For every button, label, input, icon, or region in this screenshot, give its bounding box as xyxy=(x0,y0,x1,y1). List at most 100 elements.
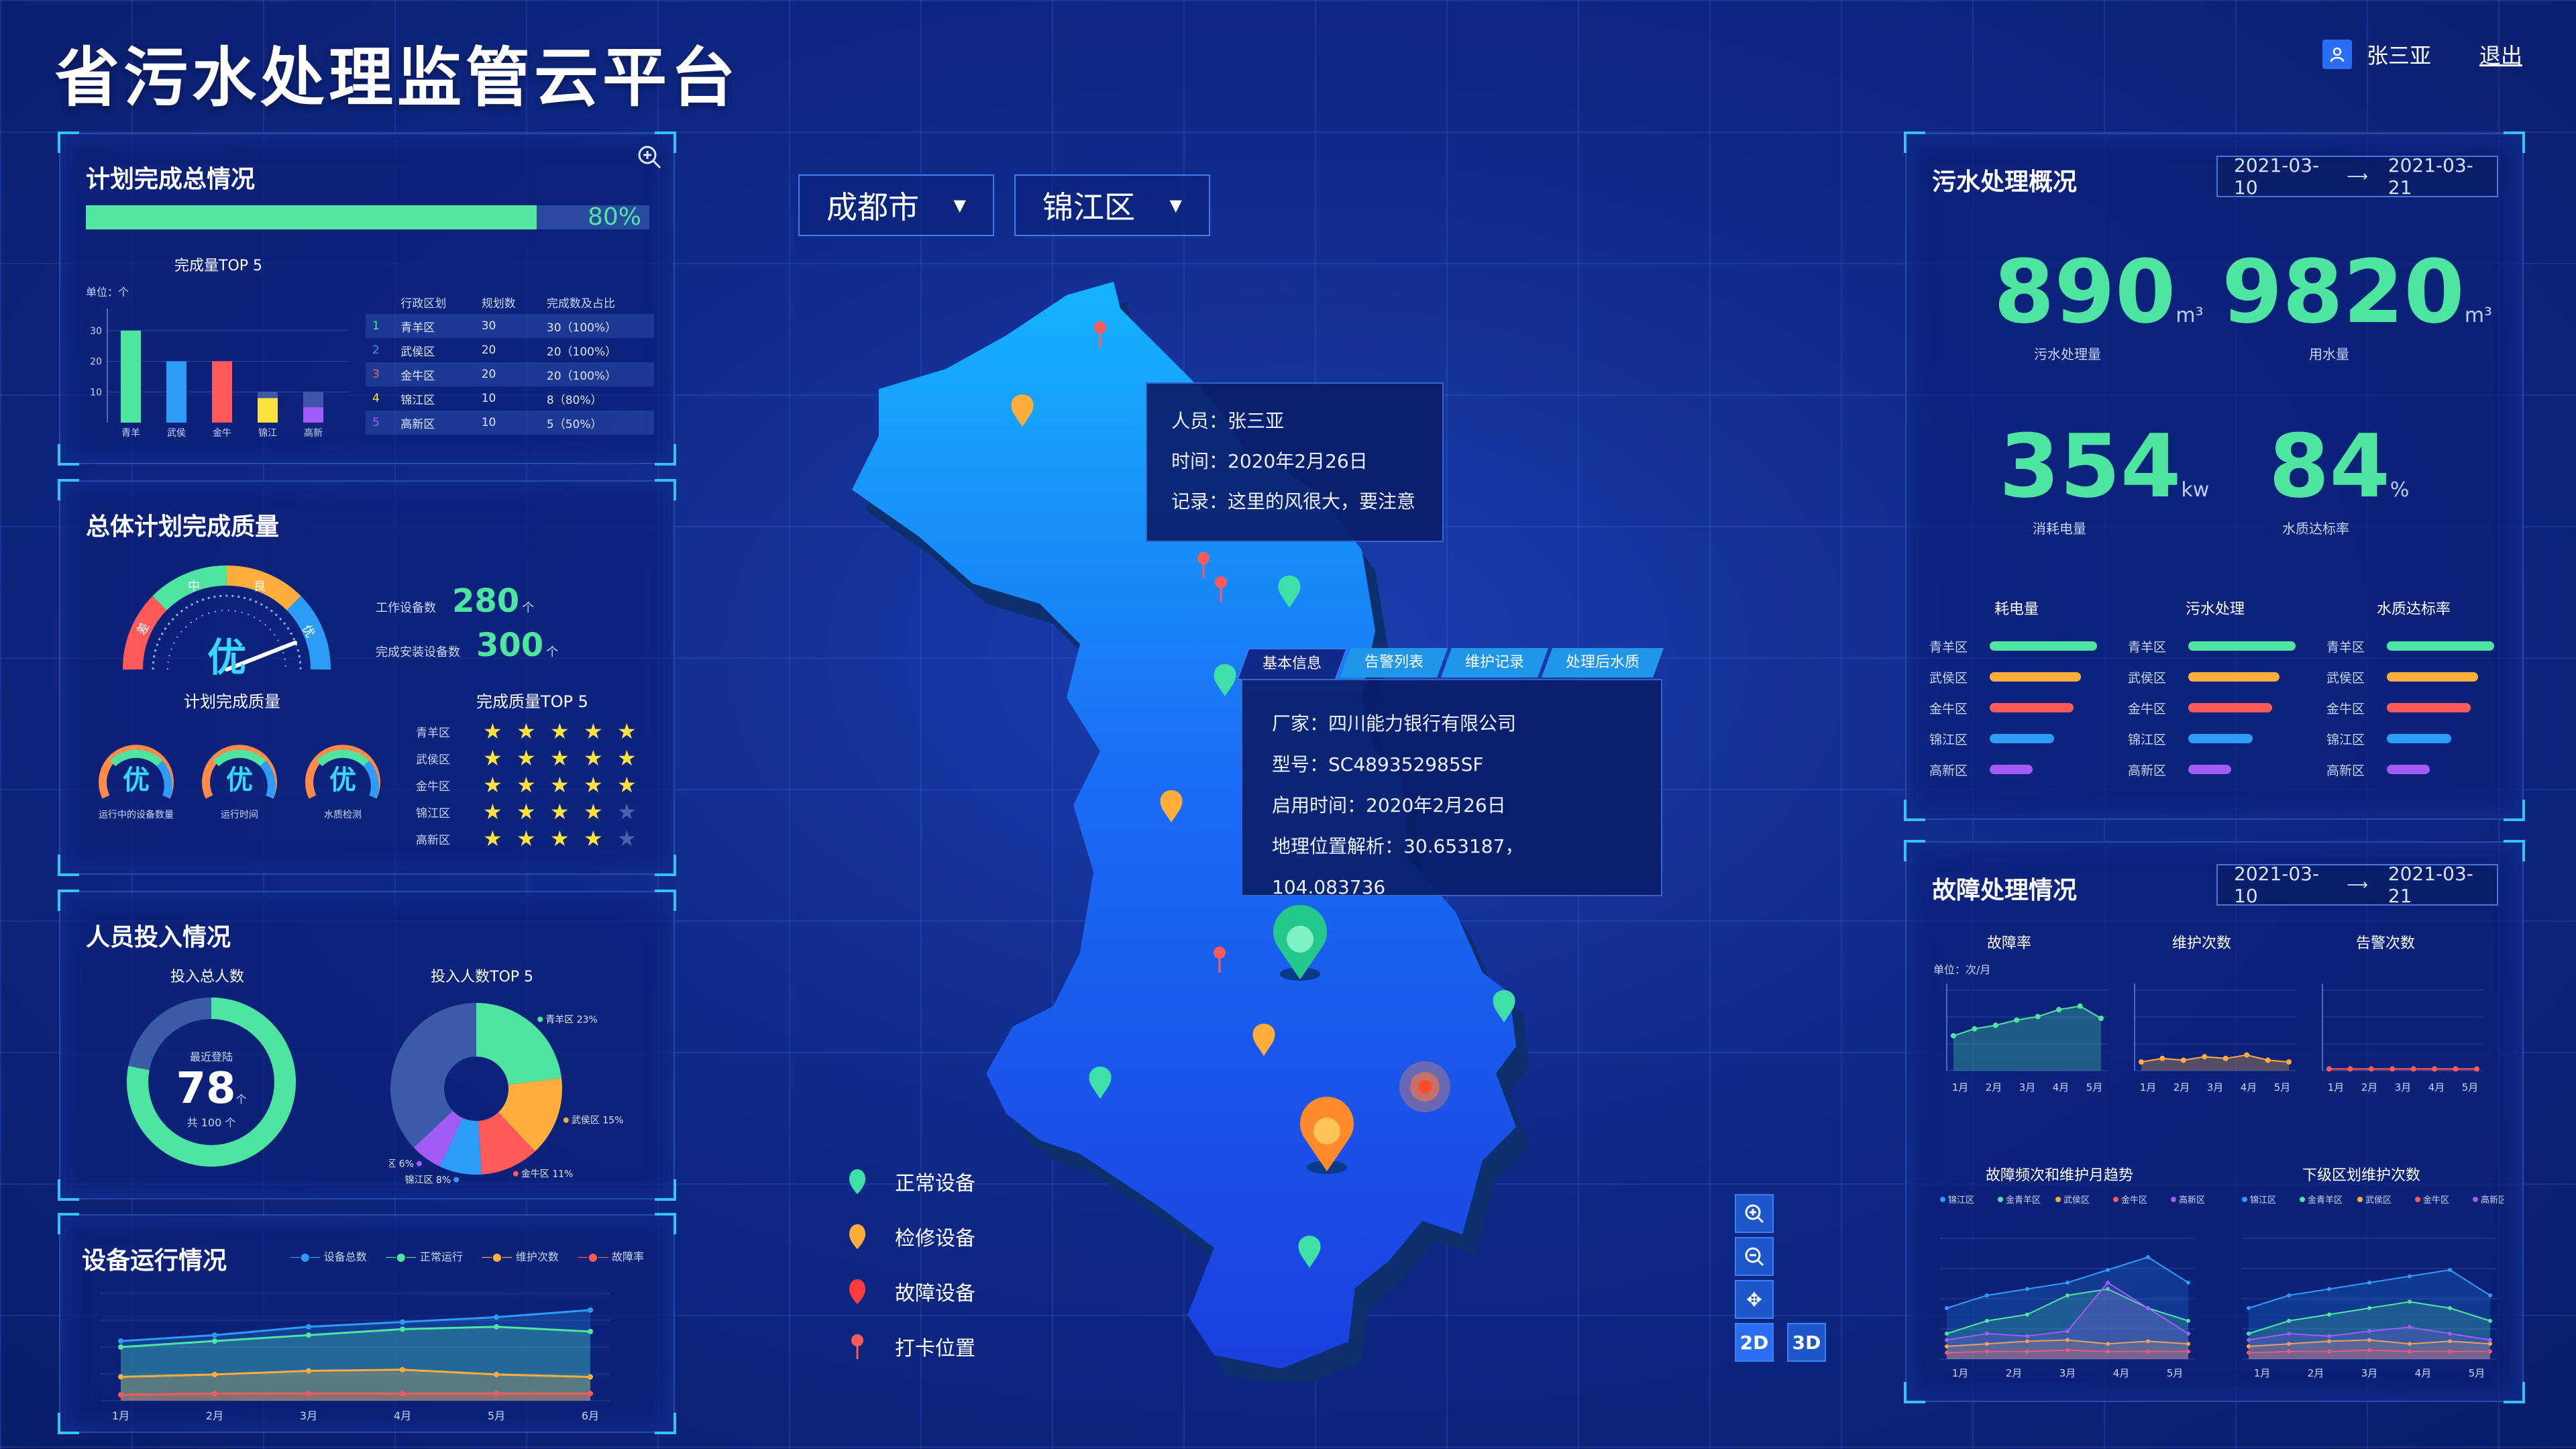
info-start-time: 启用时间：2020年2月26日 xyxy=(1272,794,1506,816)
fault-unit: 单位：次/月 xyxy=(1933,963,1991,976)
star-icon: ★ xyxy=(483,799,502,824)
staff-panel: 人员投入情况 投入总人数 最近登陆 78个 共 100 个 投入人数TOP 5 … xyxy=(58,890,676,1201)
stars-list: 青羊区 ★ ★ ★ ★ ★ 武侯区 ★ ★ ★ ★ ★ 金牛区 ★ ★ ★ ★ ★ 锦江区 ★ ★ ★ ★ ★ 高新区 ★ ★ ★ ★ ★ xyxy=(416,718,651,852)
x-tick-label: 3月 xyxy=(300,1409,317,1422)
user-name: 张三亚 xyxy=(2366,43,2431,68)
x-tick-label: 1月 xyxy=(1952,1081,1969,1093)
hbar xyxy=(1990,672,2081,682)
data-point xyxy=(2432,1066,2438,1072)
zoom-out-button[interactable] xyxy=(1735,1237,1774,1276)
hbar xyxy=(2387,703,2471,712)
hbar xyxy=(2387,734,2451,743)
x-tick-label: 2月 xyxy=(2308,1367,2324,1379)
data-point xyxy=(2368,1066,2374,1072)
table-row: 2 武侯区 20 20（100%） xyxy=(366,338,654,362)
table-cell: 青羊区 xyxy=(394,314,475,338)
tab-maintenance-record[interactable]: 维护记录 xyxy=(1441,648,1549,678)
bar-row: 武侯区 xyxy=(2326,661,2501,692)
table-cell: 10 xyxy=(474,411,540,435)
page-title: 省污水处理监管云平台 xyxy=(55,40,739,115)
gauge-segment-label: 良 xyxy=(254,580,266,594)
device-title: 设备运行情况 xyxy=(82,1247,227,1275)
tab-alarm-list[interactable]: 告警列表 xyxy=(1340,648,1448,678)
data-point xyxy=(2287,1293,2291,1297)
data-point xyxy=(2287,1319,2291,1323)
tick-label: 30 xyxy=(90,326,102,337)
data-point xyxy=(2186,1281,2190,1285)
data-point xyxy=(2065,1329,2070,1334)
pan-button[interactable]: ✥ xyxy=(1735,1280,1774,1319)
working-unit: 个 xyxy=(522,601,535,615)
city-select[interactable]: 成都市 ▼ xyxy=(798,174,994,236)
x-tick-label: 5月 xyxy=(2274,1081,2291,1093)
hbar xyxy=(1990,734,2054,743)
legend-dot xyxy=(2357,1197,2363,1202)
x-tick-label: 5月 xyxy=(2462,1081,2479,1093)
fault-date-range[interactable]: 2021-03-10 ⟶ 2021-03-21 xyxy=(2216,863,2498,907)
x-tick-label: 5月 xyxy=(2469,1367,2485,1379)
data-point xyxy=(2488,1338,2492,1342)
data-point xyxy=(2448,1306,2452,1310)
district-select[interactable]: 锦江区 ▼ xyxy=(1014,174,1210,236)
x-tick-label: 5月 xyxy=(488,1409,505,1422)
data-point xyxy=(2035,1014,2041,1020)
bar-group-title: 耗电量 xyxy=(1994,601,2039,618)
table-cell: 金牛区 xyxy=(394,362,475,386)
view-3d-button[interactable]: 3D xyxy=(1787,1323,1826,1362)
bar-group: 污水处理 青羊区 武侯区 金牛区 锦江区 高新区 xyxy=(2128,597,2302,785)
table-cell: 10 xyxy=(481,392,496,405)
data-point xyxy=(306,1332,311,1338)
view-2d-button[interactable]: 2D xyxy=(1735,1323,1774,1362)
x-tick-label: 4月 xyxy=(2053,1081,2070,1093)
zoom-icon[interactable] xyxy=(635,142,664,172)
hbar xyxy=(2188,765,2231,774)
table-row: 3 金牛区 20 20（100%） xyxy=(366,362,654,386)
bar-group: 耗电量 青羊区 武侯区 金牛区 锦江区 高新区 xyxy=(1929,597,2104,785)
table-row: 5 高新区 10 5（50%） xyxy=(366,411,654,435)
legend-item: —●— 维护次数 xyxy=(481,1250,559,1263)
sewage-date-range[interactable]: 2021-03-10 ⟶ 2021-03-21 xyxy=(2216,154,2498,199)
data-point xyxy=(118,1338,123,1344)
tab-treated-water[interactable]: 处理后水质 xyxy=(1542,648,1664,678)
tab-basic-info[interactable]: 基本信息 xyxy=(1236,648,1348,680)
logout-link[interactable]: 退出 xyxy=(2479,39,2522,70)
legend-label: 金牛区 xyxy=(2423,1195,2449,1205)
legend-item: —●— 正常运行 xyxy=(385,1250,463,1263)
data-point xyxy=(1945,1338,1949,1342)
zoom-in-button[interactable] xyxy=(1735,1194,1774,1233)
x-tick-label: 6月 xyxy=(582,1409,599,1422)
bar-row: 锦江区 xyxy=(2326,723,2501,754)
data-point xyxy=(494,1371,499,1377)
device-panel: 设备运行情况 —●— 设备总数 —●— 正常运行 —●— 维护次数 —●— 故障率 1… xyxy=(58,1213,676,1434)
pie-label: 武侯区 15% xyxy=(572,1116,624,1126)
ring-total: 共 100 个 xyxy=(186,1116,236,1129)
star-icon: ★ xyxy=(617,745,637,771)
data-point xyxy=(494,1324,499,1330)
data-point xyxy=(1951,1033,1956,1038)
chevron-down-icon: ▼ xyxy=(1169,196,1182,215)
bar-row: 锦江区 xyxy=(2128,723,2302,754)
legend-dot xyxy=(2242,1197,2247,1202)
data-point xyxy=(2202,1054,2208,1060)
x-tick-label: 2月 xyxy=(2361,1081,2378,1093)
bar-row: 金牛区 xyxy=(2326,692,2501,723)
legend-dot xyxy=(2473,1197,2478,1202)
installed-unit: 个 xyxy=(546,645,559,659)
data-point xyxy=(2408,1325,2412,1330)
table-cell: 高新区 xyxy=(394,411,475,435)
star-icon: ★ xyxy=(584,772,603,798)
data-point xyxy=(2247,1306,2251,1310)
legend-label: 锦江区 xyxy=(1948,1195,1974,1205)
star-icon: ★ xyxy=(584,799,603,824)
data-point xyxy=(2453,1066,2459,1072)
x-tick-label: 1月 xyxy=(2140,1081,2157,1093)
x-tick-label: 4月 xyxy=(394,1409,411,1422)
pie-label-dot xyxy=(513,1171,519,1177)
bar-row: 青羊区 xyxy=(1929,631,2104,661)
legend-dot xyxy=(2055,1197,2061,1202)
table-cell: 5 xyxy=(366,411,394,435)
hbar xyxy=(2188,703,2272,712)
tooltip-person: 人员：张三亚 xyxy=(1171,410,1285,432)
user-icon[interactable] xyxy=(2322,40,2352,69)
data-point xyxy=(212,1332,217,1338)
